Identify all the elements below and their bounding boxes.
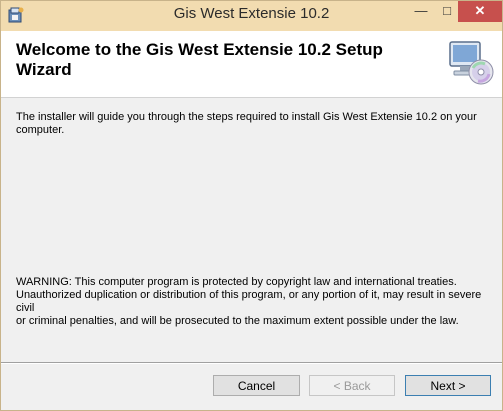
- minimize-button[interactable]: —: [408, 1, 434, 22]
- title-bar[interactable]: Gis West Extensie 10.2 — □ ✕: [1, 1, 502, 31]
- warning-line-3: or criminal penalties, and will be prose…: [16, 315, 459, 327]
- setup-computer-disc-icon: [449, 41, 494, 85]
- maximize-button[interactable]: □: [434, 1, 460, 22]
- intro-text: The installer will guide you through the…: [16, 111, 486, 137]
- wizard-header: Welcome to the Gis West Extensie 10.2 Se…: [1, 31, 502, 98]
- page-title-line-2: Wizard: [16, 60, 72, 79]
- warning-line-2: Unauthorized duplication or distribution…: [16, 289, 482, 314]
- intro-line-2: computer.: [16, 124, 65, 136]
- cancel-button[interactable]: Cancel: [213, 375, 300, 396]
- intro-line-1: The installer will guide you through the…: [16, 111, 477, 123]
- page-title-line-1: Welcome to the Gis West Extensie 10.2 Se…: [16, 40, 383, 59]
- setup-wizard-window: Gis West Extensie 10.2 — □ ✕ Welcome to …: [0, 0, 503, 411]
- warning-line-1: WARNING: This computer program is protec…: [16, 276, 457, 288]
- close-button[interactable]: ✕: [458, 1, 502, 22]
- back-button[interactable]: < Back: [309, 375, 395, 396]
- copyright-warning: WARNING: This computer program is protec…: [16, 276, 494, 328]
- next-button[interactable]: Next >: [405, 375, 491, 396]
- button-separator: [1, 362, 502, 364]
- page-title: Welcome to the Gis West Extensie 10.2 Se…: [16, 40, 416, 80]
